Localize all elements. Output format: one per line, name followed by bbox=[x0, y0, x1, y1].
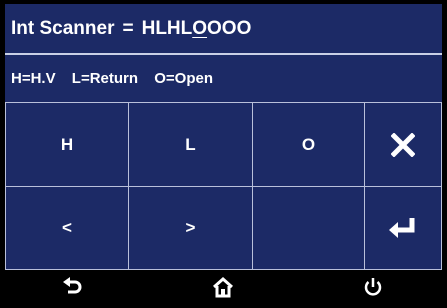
power-icon bbox=[364, 278, 382, 296]
field-label: Int Scanner bbox=[11, 18, 115, 39]
value-cursor-char: O bbox=[192, 18, 208, 39]
home-button[interactable] bbox=[183, 270, 263, 304]
cursor-left-button[interactable]: < bbox=[5, 186, 129, 270]
key-o-label: O bbox=[301, 134, 316, 154]
back-button[interactable] bbox=[33, 270, 113, 304]
power-button[interactable] bbox=[333, 270, 413, 304]
equals-sign: = bbox=[122, 18, 134, 39]
close-icon bbox=[391, 132, 415, 157]
cursor-right-label: > bbox=[185, 218, 196, 237]
home-icon bbox=[213, 276, 233, 298]
cursor-left-label: < bbox=[62, 218, 72, 237]
clear-button[interactable] bbox=[364, 102, 442, 187]
value-before-cursor: HLHL bbox=[141, 18, 193, 39]
field-value[interactable]: HLHLOOOO bbox=[142, 18, 252, 39]
blank-key bbox=[252, 186, 365, 270]
hint-o: O=Open bbox=[154, 70, 213, 87]
title-bar: Int Scanner = HLHLOOOO bbox=[5, 4, 442, 55]
scanner-screen: Int Scanner = HLHLOOOO H=H.V L=Return O=Op… bbox=[5, 4, 442, 304]
key-l[interactable]: L bbox=[128, 102, 253, 187]
enter-icon bbox=[389, 218, 415, 238]
back-icon bbox=[63, 277, 82, 294]
value-after-cursor: OOO bbox=[207, 18, 252, 39]
hint-l: L=Return bbox=[71, 70, 139, 87]
cursor-right-button[interactable]: > bbox=[128, 186, 253, 270]
keypad: H L O < > bbox=[5, 102, 442, 270]
hint-h: H=H.V bbox=[11, 70, 56, 87]
key-o[interactable]: O bbox=[252, 102, 365, 187]
enter-button[interactable] bbox=[364, 186, 442, 270]
nav-bar bbox=[5, 270, 442, 304]
key-l-label: L bbox=[185, 134, 196, 154]
key-h[interactable]: H bbox=[5, 102, 129, 187]
key-h-label: H bbox=[60, 134, 74, 154]
hint-bar: H=H.V L=Return O=Open bbox=[5, 55, 442, 102]
